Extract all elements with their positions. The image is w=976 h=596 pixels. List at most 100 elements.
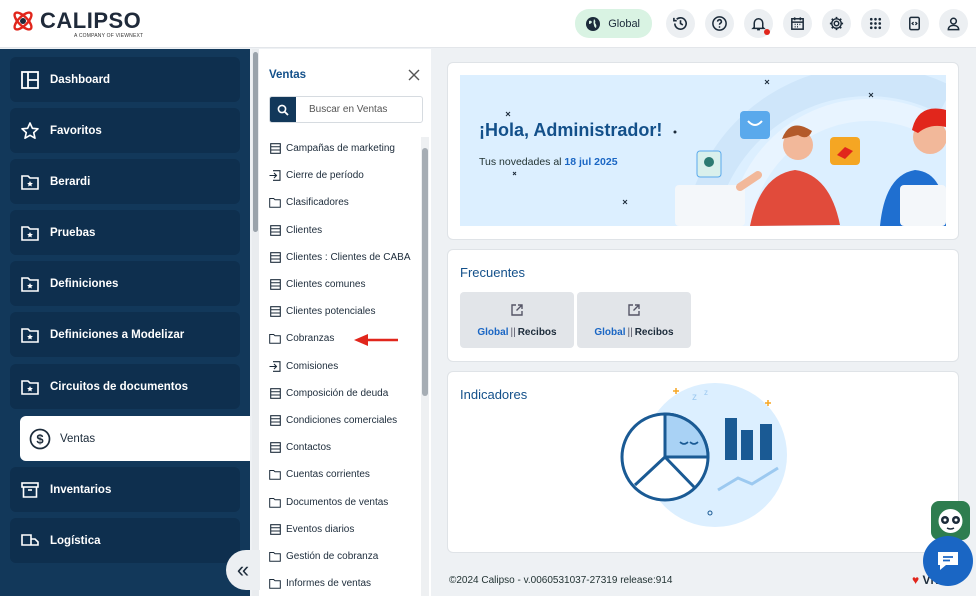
dollar-icon: $: [29, 428, 51, 450]
submenu-item[interactable]: Clientes: [269, 217, 421, 244]
top-bar: CALIPSO A COMPANY OF VIEWNEXT Global: [0, 0, 976, 48]
submenu-item-label: Contactos: [286, 442, 332, 454]
sidebar-item-dashboard[interactable]: Dashboard: [10, 57, 240, 102]
sidebar-item-label: Dashboard: [50, 73, 111, 86]
submenu-item[interactable]: Eventos diarios: [269, 516, 421, 543]
folder-star-icon: [19, 171, 41, 193]
close-icon[interactable]: [407, 68, 421, 82]
sidebar-item-circuitos[interactable]: Circuitos de documentos: [10, 364, 240, 409]
global-scope-button[interactable]: Global: [575, 9, 652, 38]
list-icon: [269, 414, 281, 426]
list-icon: [269, 306, 281, 318]
settings-button[interactable]: [822, 9, 851, 38]
list-icon: [269, 143, 281, 155]
folder-icon: [269, 333, 281, 345]
folder-icon: [269, 578, 281, 590]
list-icon: [269, 442, 281, 454]
greeting-heading: ¡Hola, Administrador!: [479, 120, 663, 140]
submenu-item[interactable]: Contactos: [269, 434, 421, 461]
submenu-item[interactable]: Cuentas corrientes: [269, 461, 421, 488]
search-icon: [277, 104, 289, 116]
sidebar-item-logistica[interactable]: Logística: [10, 518, 240, 563]
sidebar-item-berardi[interactable]: Berardi: [10, 159, 240, 204]
frecuentes-title: Frecuentes: [460, 265, 526, 280]
import-icon: [269, 360, 281, 372]
submenu-item[interactable]: Cierre de período: [269, 162, 421, 189]
notification-dot: [764, 29, 770, 35]
sidebar-item-inventarios[interactable]: Inventarios: [10, 467, 240, 512]
help-button[interactable]: [705, 9, 734, 38]
submenu-item-label: Clasificadores: [286, 197, 349, 209]
footer-version: ©2024 Calipso - v.0060531037-27319 relea…: [449, 575, 673, 586]
submenu-item[interactable]: Informes de ventas: [269, 570, 421, 596]
sidebar-item-pruebas[interactable]: Pruebas: [10, 210, 240, 255]
frecuente-button-2[interactable]: Global || Recibos: [577, 292, 691, 348]
logo-text: CALIPSO: [40, 8, 142, 33]
list-icon: [269, 279, 281, 291]
main-sidebar: Dashboard Favoritos Berardi Pruebas Defi…: [0, 49, 250, 596]
sidebar-item-definiciones-a-modelizar[interactable]: Definiciones a Modelizar: [10, 312, 240, 357]
submenu-list: Campañas de marketing Cierre de período Cl…: [269, 135, 421, 596]
sidebar-item-label: Berardi: [50, 175, 91, 188]
news-line: Tus novedades al 18 jul 2025: [479, 156, 618, 168]
global-label: Global: [608, 17, 640, 30]
list-icon: [269, 387, 281, 399]
import-icon: [269, 170, 281, 182]
notifications-button[interactable]: [744, 9, 773, 38]
frecuente-label: Global || Recibos: [477, 326, 557, 338]
apps-button[interactable]: [861, 9, 890, 38]
news-date[interactable]: 18 jul 2025: [564, 156, 617, 168]
calendar-icon: [791, 17, 804, 30]
sidebar-item-label: Circuitos de documentos: [50, 380, 189, 393]
submenu-title: Ventas: [269, 69, 307, 81]
submenu-item[interactable]: Campañas de marketing: [269, 135, 421, 162]
submenu-item[interactable]: Clasificadores: [269, 189, 421, 216]
frecuente-button-1[interactable]: Global || Recibos: [460, 292, 574, 348]
calendar-button[interactable]: [783, 9, 812, 38]
logistics-icon: [19, 530, 41, 552]
submenu-item[interactable]: Clientes comunes: [269, 271, 421, 298]
ventas-submenu: Ventas Campañas de marketing Cierre de pe…: [259, 49, 431, 596]
submenu-item-label: Condiciones comerciales: [286, 414, 398, 426]
globe-icon: [586, 16, 601, 31]
chat-button[interactable]: [923, 536, 973, 586]
welcome-banner: ¡Hola, Administrador! Tus novedades al 1…: [460, 75, 946, 226]
frecuente-label: Global || Recibos: [594, 326, 674, 338]
history-button[interactable]: [666, 9, 695, 38]
sidebar-item-definiciones[interactable]: Definiciones: [10, 261, 240, 306]
assistant-bot-button[interactable]: [931, 501, 970, 540]
folder-star-icon: [19, 324, 41, 346]
code-window-button[interactable]: [900, 9, 929, 38]
collapse-sidebar-button[interactable]: «: [226, 550, 260, 590]
submenu-item-label: Gestión de cobranza: [286, 550, 379, 562]
gear-icon: [829, 16, 844, 31]
user-button[interactable]: [939, 9, 968, 38]
red-arrow-annotation: [354, 334, 398, 346]
submenu-item[interactable]: Gestión de cobranza: [269, 543, 421, 570]
submenu-item-label: Clientes : Clientes de CABA: [286, 251, 411, 263]
submenu-item-label: Documentos de ventas: [286, 496, 389, 508]
chat-icon: [938, 552, 958, 570]
robot-icon: [938, 509, 963, 533]
top-actions: Global: [575, 9, 968, 38]
submenu-item[interactable]: Composición de deuda: [269, 380, 421, 407]
search-button[interactable]: [270, 97, 296, 122]
svg-text:z: z: [692, 392, 697, 403]
welcome-illustration: [505, 75, 946, 226]
sidebar-item-ventas[interactable]: $ Ventas: [20, 416, 250, 461]
submenu-item[interactable]: Clientes : Clientes de CABA: [269, 244, 421, 271]
calipso-logo[interactable]: CALIPSO: [10, 8, 141, 34]
folder-star-icon: [19, 273, 41, 295]
sidebar-item-favoritos[interactable]: Favoritos: [10, 108, 240, 153]
sidebar-item-label: Favoritos: [50, 124, 102, 137]
search-input[interactable]: [296, 97, 422, 122]
svg-text:$: $: [36, 431, 44, 446]
submenu-item[interactable]: Clientes potenciales: [269, 298, 421, 325]
submenu-scrollbar-thumb[interactable]: [422, 148, 428, 396]
submenu-item-label: Cierre de período: [286, 170, 364, 182]
sidebar-scrollbar-thumb[interactable]: [253, 52, 258, 232]
folder-icon: [269, 197, 281, 209]
submenu-item[interactable]: Condiciones comerciales: [269, 407, 421, 434]
submenu-item[interactable]: Comisiones: [269, 353, 421, 380]
submenu-item[interactable]: Documentos de ventas: [269, 488, 421, 515]
